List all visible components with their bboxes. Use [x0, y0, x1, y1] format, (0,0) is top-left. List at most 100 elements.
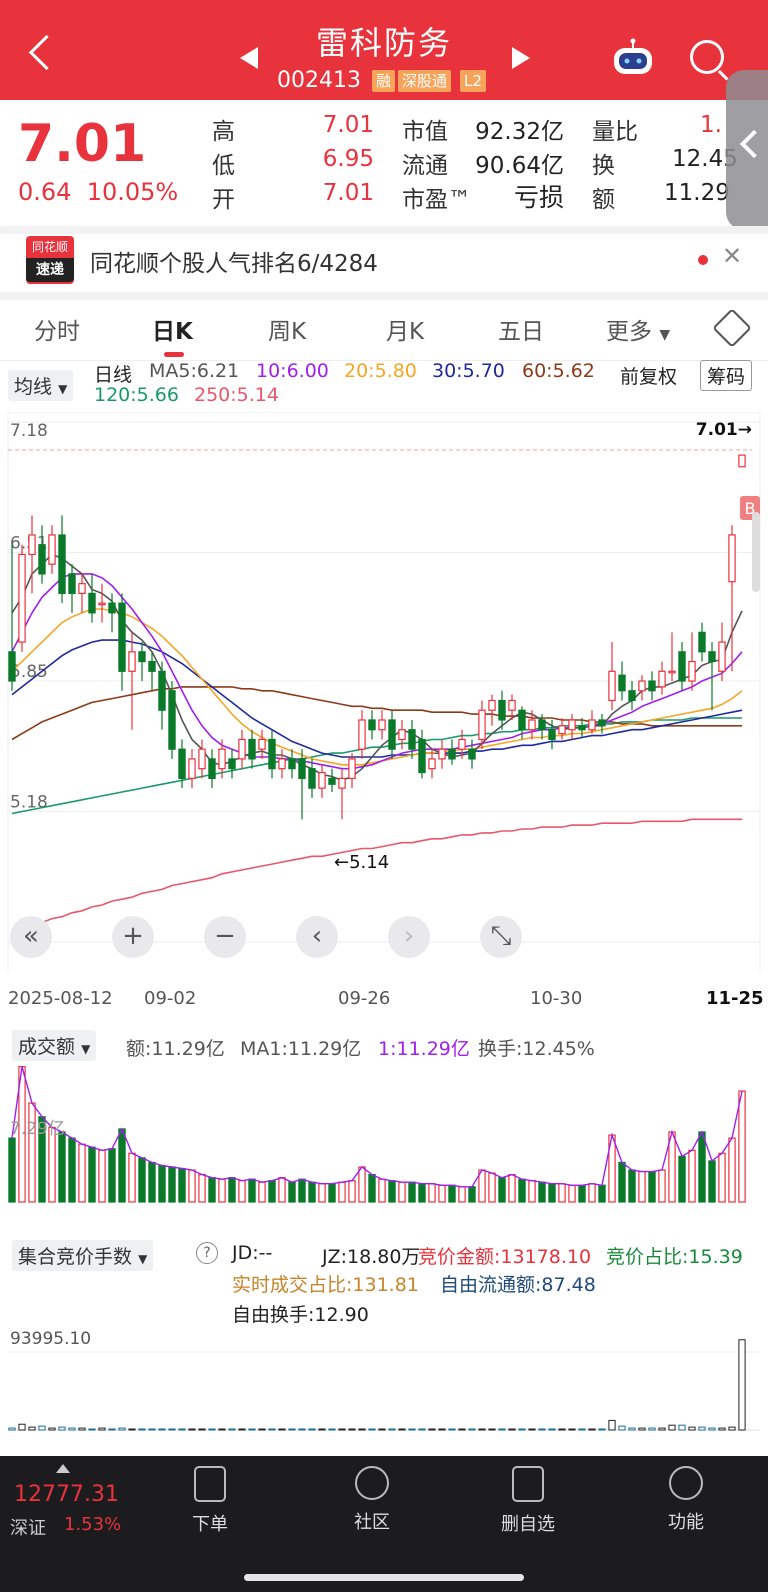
close-icon[interactable]: ✕ — [722, 242, 742, 270]
open-label: 开 — [212, 187, 235, 213]
scroll-left-button[interactable]: ‹ — [296, 916, 338, 958]
kline-chart[interactable]: 7.186.515.855.184.51 7.01→ ←5.14 B — [0, 412, 768, 972]
zoom-out-button[interactable]: − — [204, 916, 246, 958]
candle-body — [518, 709, 526, 731]
indicator-selector[interactable]: 均线 ▼ — [8, 370, 74, 401]
remove-watchlist-button[interactable]: 删自选 — [488, 1466, 568, 1536]
candle-body — [238, 738, 246, 760]
auction-bar — [548, 1428, 556, 1431]
auction-bar — [88, 1428, 96, 1431]
popularity-banner[interactable]: 同花顺 速递 同花顺个股人气排名6/4284 ✕ — [0, 230, 768, 292]
auction-bar — [268, 1428, 276, 1431]
auction-bar — [208, 1428, 216, 1431]
volume-bar — [138, 1157, 146, 1203]
side-drawer-handle[interactable] — [726, 70, 768, 230]
auction-bar — [48, 1427, 56, 1431]
candle-body — [508, 699, 516, 711]
scroll-right-button[interactable]: › — [388, 916, 430, 958]
auction-bar — [438, 1428, 446, 1431]
next-stock-icon[interactable] — [512, 47, 530, 69]
auction-bar — [408, 1428, 416, 1431]
auction-bar — [608, 1419, 616, 1431]
fullscreen-button[interactable]: ⤡ — [480, 916, 522, 958]
volume-bar — [178, 1167, 186, 1203]
adjust-mode[interactable]: 前复权 — [620, 362, 677, 389]
volume-bar — [258, 1181, 266, 1203]
candle-body — [168, 690, 176, 750]
candle-body — [638, 680, 646, 692]
candle-body — [548, 729, 556, 741]
auction-bar — [338, 1428, 346, 1431]
candle-body — [268, 738, 276, 770]
volume-bar — [128, 1152, 136, 1203]
volume-chart[interactable]: 7.29亿 — [0, 1064, 768, 1224]
auction-bar — [468, 1428, 476, 1431]
candle-body — [718, 641, 726, 672]
auction-bar — [158, 1428, 166, 1431]
robot-assistant-icon[interactable] — [610, 38, 656, 78]
candle-body — [598, 719, 606, 727]
candle-body — [138, 651, 146, 663]
index-value[interactable]: 12777.31 — [14, 1482, 119, 1507]
ma120-value: 120:5.66 — [94, 384, 179, 406]
candle-body — [338, 777, 346, 789]
mktcap-label: 市值 — [402, 119, 448, 145]
volume-bar — [458, 1186, 466, 1203]
candle-body — [478, 709, 486, 741]
volume-bar — [348, 1180, 356, 1203]
functions-button[interactable]: 功能 — [646, 1466, 726, 1534]
auction-bar — [38, 1425, 46, 1431]
auction-amount: 竞价金额:13178.10 — [418, 1246, 592, 1268]
candle-body — [128, 651, 136, 672]
volume-bar — [508, 1174, 516, 1203]
help-icon[interactable]: ? — [196, 1242, 218, 1264]
search-icon[interactable] — [690, 40, 724, 74]
candle-body — [218, 748, 226, 770]
scroll-left-end-button[interactable]: « — [10, 916, 52, 958]
candle-body — [698, 631, 706, 653]
tab-intraday[interactable]: 分时 — [34, 312, 80, 346]
tab-five-day[interactable]: 五日 — [498, 312, 544, 346]
candle-body — [668, 670, 676, 674]
candle-body — [468, 748, 476, 760]
volume-bar — [638, 1170, 646, 1203]
order-button[interactable]: 下单 — [170, 1466, 250, 1536]
auction-bar — [528, 1428, 536, 1431]
tab-weekly[interactable]: 周K — [268, 312, 306, 346]
auction-bar — [308, 1428, 316, 1431]
auction-bar — [678, 1424, 686, 1431]
community-icon — [355, 1466, 389, 1500]
auction-chart[interactable]: 93995.10 — [0, 1320, 768, 1432]
date-tick: 11-25 — [706, 988, 764, 1009]
scrollbar[interactable] — [752, 512, 760, 592]
auction-bar — [198, 1428, 206, 1431]
community-button[interactable]: 社区 — [332, 1466, 412, 1534]
free-float-amount: 自由流通额:87.48 — [440, 1274, 596, 1296]
volume-bar — [538, 1181, 546, 1203]
settings-icon[interactable] — [712, 308, 752, 348]
volume-bar — [388, 1180, 396, 1203]
chips-button[interactable]: 筹码 — [700, 360, 753, 391]
tab-more[interactable]: 更多 ▼ — [606, 312, 670, 346]
auction-bar — [568, 1428, 576, 1431]
auction-bar — [28, 1426, 36, 1431]
auction-bar — [398, 1428, 406, 1431]
candle-body — [78, 583, 86, 594]
auction-bar — [368, 1428, 376, 1431]
candle-body — [708, 651, 716, 663]
volume-legend: 成交额 ▼ 额:11.29亿 MA1:11.29亿 1:11.29亿 换手:12… — [0, 1030, 768, 1062]
ma-legend: 均线 ▼ 日线 MA5:6.21 10:6.00 20:5.80 30:5.70… — [0, 360, 768, 412]
zoom-in-button[interactable]: + — [112, 916, 154, 958]
volume-bar — [218, 1178, 226, 1203]
candle-body — [488, 699, 496, 711]
candle-body — [458, 738, 466, 750]
volume-bar — [418, 1183, 426, 1203]
volume-bar — [488, 1172, 496, 1203]
tab-daily[interactable]: 日K — [152, 312, 193, 346]
auction-bar — [358, 1428, 366, 1431]
volume-selector[interactable]: 成交额 ▼ — [12, 1030, 97, 1061]
volume-bar — [728, 1137, 736, 1203]
v1-value: 1:11.29亿 — [378, 1038, 470, 1060]
auction-selector[interactable]: 集合竞价手数 ▼ — [12, 1240, 154, 1271]
tab-monthly[interactable]: 月K — [386, 312, 424, 346]
